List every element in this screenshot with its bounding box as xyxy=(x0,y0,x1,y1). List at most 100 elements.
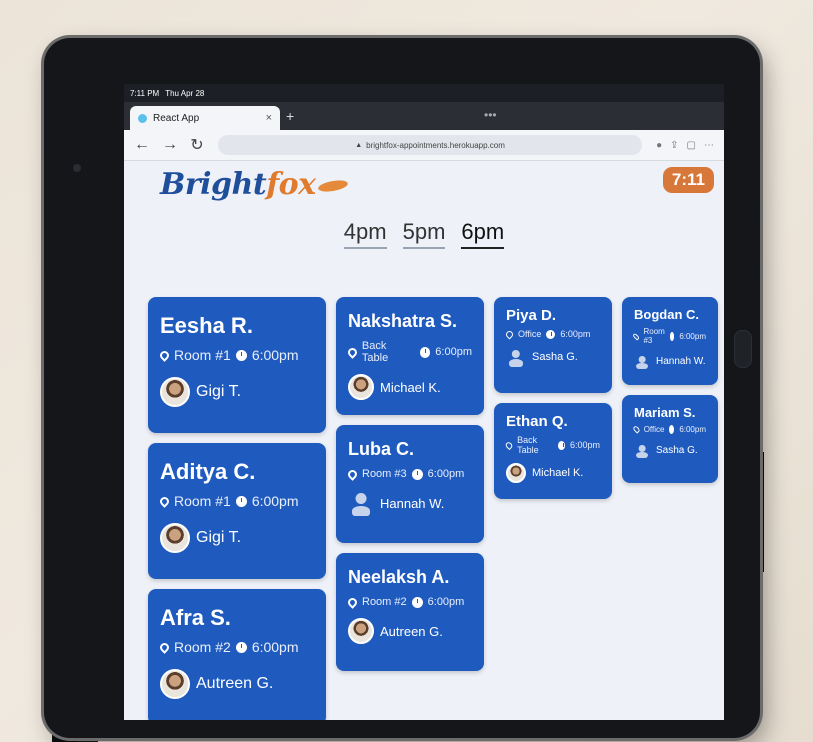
location-pin-icon xyxy=(504,329,515,339)
reload-icon[interactable]: ↻ xyxy=(190,135,204,155)
clock-icon xyxy=(235,349,247,361)
avatar xyxy=(160,377,190,407)
time-tab-5pm[interactable]: 5pm xyxy=(402,219,446,249)
appointment-meta: Room #3 6:00pm xyxy=(346,467,472,481)
location-pin-icon xyxy=(632,425,641,434)
person-icon xyxy=(506,347,526,367)
more-icon[interactable]: ⋯ xyxy=(704,140,714,151)
staff-row: Autreen G. xyxy=(348,618,472,644)
room-label: Office xyxy=(518,329,542,339)
room-label: Room #2 xyxy=(174,639,231,655)
location-pin-icon xyxy=(346,467,359,481)
time-label: 6:00pm xyxy=(251,493,299,509)
new-tab-button[interactable]: + xyxy=(286,108,294,124)
close-tab-icon[interactable]: × xyxy=(266,112,272,124)
avatar xyxy=(348,618,374,644)
staff-row: Sasha G. xyxy=(506,347,600,367)
brightfox-logo: Brightfox xyxy=(160,167,349,202)
address-bar[interactable]: ▲ brightfox-appointments.herokuapp.com xyxy=(218,135,643,155)
status-time: 7:11 PM xyxy=(130,88,160,98)
room-label: Room #3 xyxy=(362,468,407,480)
staff-name: Hannah W. xyxy=(656,355,706,367)
room-label: Office xyxy=(643,425,665,434)
time-label: 6:00pm xyxy=(427,468,465,480)
room-label: Room #1 xyxy=(174,347,231,363)
appointment-card[interactable]: Luba C. Room #3 6:00pm Hannah W. xyxy=(336,425,484,543)
room-label: Room #3 xyxy=(643,327,665,345)
staff-row: Gigi T. xyxy=(160,523,314,553)
person-icon xyxy=(634,353,650,369)
toolbar-icons: ● ⇪ ▢ ⋯ xyxy=(656,140,714,151)
appointment-meta: Room #3 6:00pm xyxy=(632,327,706,345)
appointment-card[interactable]: Neelaksh A. Room #2 6:00pm Autreen G. xyxy=(336,553,484,671)
appointment-card[interactable]: Mariam S. Office 6:00pm Sasha G. xyxy=(622,395,718,483)
client-name: Mariam S. xyxy=(634,405,696,420)
time-tab-4pm[interactable]: 4pm xyxy=(343,219,387,249)
appointment-meta: Back Table 6:00pm xyxy=(504,435,600,455)
location-pin-icon xyxy=(346,595,359,609)
time-selector: 4pm 5pm 6pm xyxy=(124,219,724,249)
appointment-meta: Room #2 6:00pm xyxy=(158,639,314,655)
clock-icon xyxy=(669,425,676,434)
appointment-grid: Eesha R. Room #1 6:00pm Gigi T. Aditya C. Roo… xyxy=(148,297,718,720)
tab-overflow-icon[interactable]: ••• xyxy=(484,108,497,122)
location-pin-icon xyxy=(158,494,171,508)
client-name: Bogdan C. xyxy=(634,307,699,322)
appointment-card[interactable]: Ethan Q. Back Table 6:00pm Michael K. xyxy=(494,403,612,499)
time-label: 6:00pm xyxy=(251,639,299,655)
back-arrow-icon[interactable]: ← xyxy=(134,136,150,154)
location-pin-icon xyxy=(504,440,514,450)
avatar xyxy=(506,463,526,483)
appointment-card[interactable]: Bogdan C. Room #3 6:00pm Hannah W. xyxy=(622,297,718,385)
location-pin-icon xyxy=(158,348,171,362)
tabs-icon[interactable]: ▢ xyxy=(687,140,696,151)
appointment-card[interactable]: Nakshatra S. Back Table 6:00pm Michael K. xyxy=(336,297,484,415)
clock-icon xyxy=(419,346,431,358)
appointment-card[interactable]: Piya D. Office 6:00pm Sasha G. xyxy=(494,297,612,393)
appointment-meta: Room #1 6:00pm xyxy=(158,493,314,509)
staff-row: Autreen G. xyxy=(160,669,314,699)
home-button[interactable] xyxy=(734,330,752,368)
clock-icon xyxy=(235,495,247,507)
clock-icon xyxy=(411,468,423,480)
person-icon xyxy=(348,490,374,516)
staff-name: Autreen G. xyxy=(196,675,274,692)
appointment-card[interactable]: Afra S. Room #2 6:00pm Autreen G. xyxy=(148,589,326,720)
tab-strip: React App × + ••• xyxy=(124,102,724,130)
appointment-column: Piya D. Office 6:00pm Sasha G. Ethan Q. Back … xyxy=(494,297,612,720)
app-body: Brightfox 7:11 4pm 5pm 6pm Eesha R. Room … xyxy=(124,161,724,720)
time-label: 6:00pm xyxy=(251,347,299,363)
time-label: 6:00pm xyxy=(435,346,472,358)
clock-icon xyxy=(411,596,423,608)
lock-icon: ▲ xyxy=(355,141,363,149)
browser-tab[interactable]: React App × xyxy=(130,106,280,130)
appointment-column: Eesha R. Room #1 6:00pm Gigi T. Aditya C. Roo… xyxy=(148,297,326,720)
staff-row: Michael K. xyxy=(348,374,472,400)
time-label: 6:00pm xyxy=(679,425,706,434)
staff-name: Autreen G. xyxy=(380,623,443,639)
microphone-icon[interactable]: ● xyxy=(656,140,662,151)
clock-icon xyxy=(557,440,565,450)
appointment-card[interactable]: Aditya C. Room #1 6:00pm Gigi T. xyxy=(148,443,326,579)
clock-icon xyxy=(669,331,677,341)
status-bar: 7:11 PM Thu Apr 28 xyxy=(124,84,724,102)
appointment-card[interactable]: Eesha R. Room #1 6:00pm Gigi T. xyxy=(148,297,326,433)
client-name: Eesha R. xyxy=(160,313,253,338)
forward-arrow-icon[interactable]: → xyxy=(162,136,178,154)
room-label: Back Table xyxy=(361,340,389,364)
time-tab-6pm[interactable]: 6pm xyxy=(461,219,505,249)
clock-badge: 7:11 xyxy=(662,167,714,193)
avatar xyxy=(160,669,190,699)
share-icon[interactable]: ⇪ xyxy=(670,140,678,151)
time-label: 6:00pm xyxy=(560,329,591,339)
room-label: Room #1 xyxy=(174,493,231,509)
staff-row: Sasha G. xyxy=(634,442,706,458)
avatar xyxy=(160,523,190,553)
status-date: Thu Apr 28 xyxy=(165,88,205,98)
tablet-screen: 7:11 PM Thu Apr 28 React App × + ••• ← →… xyxy=(124,84,724,720)
person-icon xyxy=(634,442,650,458)
client-name: Afra S. xyxy=(160,605,231,630)
staff-name: Gigi T. xyxy=(196,529,242,546)
url-text: brightfox-appointments.herokuapp.com xyxy=(366,140,505,150)
staff-name: Gigi T. xyxy=(196,383,242,400)
